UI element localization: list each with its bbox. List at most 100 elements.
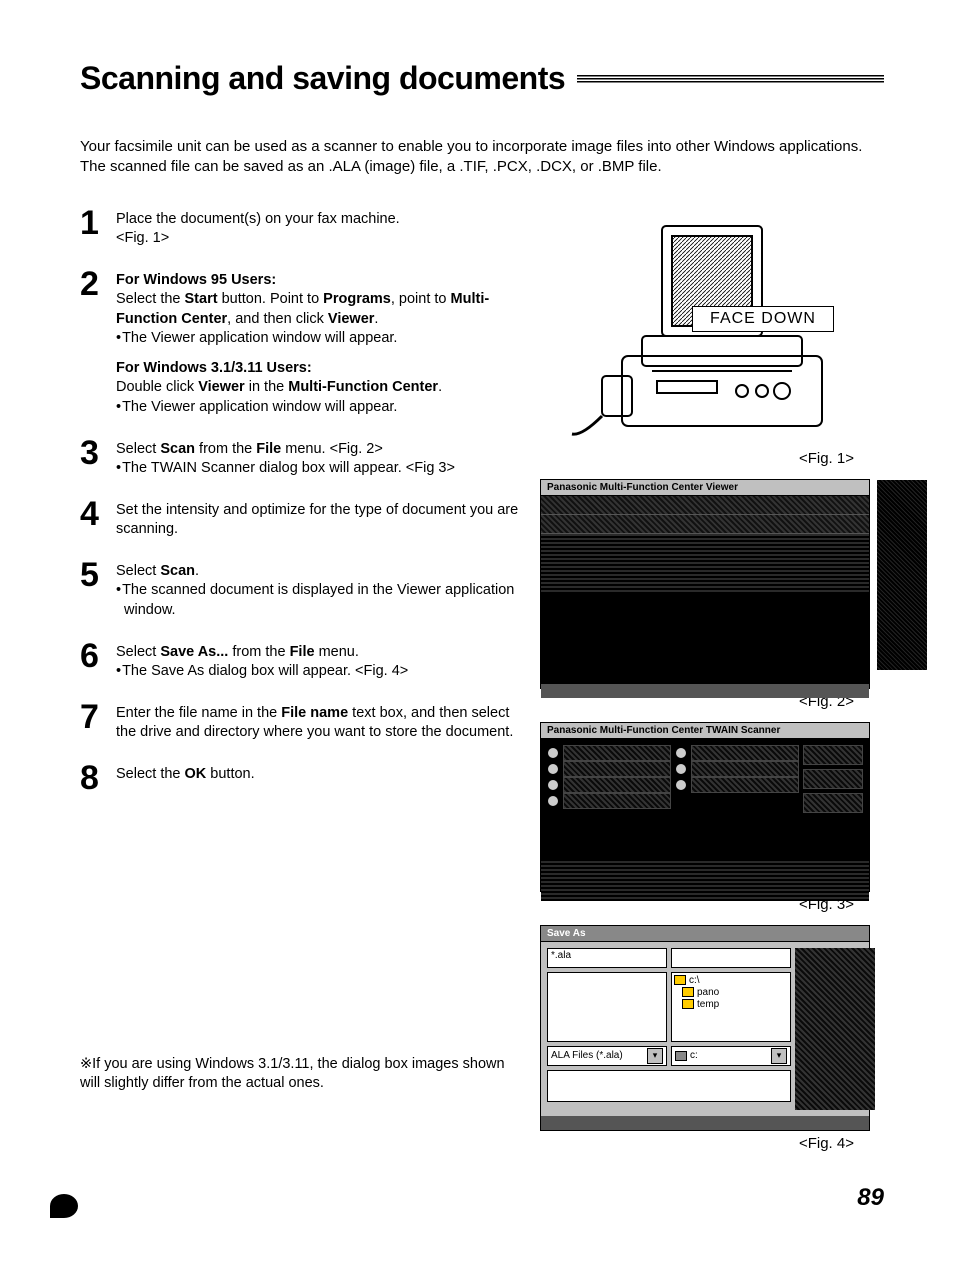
bold: Multi-Function Center	[288, 379, 438, 395]
step-text: .	[374, 311, 378, 327]
window-title: Panasonic Multi-Function Center Viewer	[541, 480, 869, 496]
step-5: 5 Select Scan. The scanned document is d…	[80, 558, 520, 621]
page-title: Scanning and saving documents	[80, 60, 565, 97]
dir-item: c:\	[689, 975, 700, 986]
page-number: 89	[80, 1184, 884, 1212]
folder-icon	[674, 975, 686, 985]
viewer-canvas	[541, 594, 869, 684]
bold: Scan	[160, 441, 195, 457]
radio-icon	[547, 747, 559, 759]
step-number: 4	[80, 497, 116, 540]
dialog-footer	[541, 861, 869, 901]
face-down-label: FACE DOWN	[692, 306, 834, 332]
radio-icon	[547, 795, 559, 807]
drive-dropdown: c: ▾	[671, 1046, 791, 1066]
step-bullet: The TWAIN Scanner dialog box will appear…	[116, 459, 520, 479]
figure-2: Panasonic Multi-Function Center Viewer <…	[540, 479, 884, 710]
steps-column: 1 Place the document(s) on your fax mach…	[80, 206, 540, 1094]
step-text: Select	[116, 441, 160, 457]
step-text: Place the document(s) on your fax machin…	[116, 211, 400, 227]
step-text: .	[195, 563, 199, 579]
step-subhead: For Windows 95 Users:	[116, 271, 520, 291]
step-text: <Fig. 1>	[116, 230, 169, 246]
folder-icon	[682, 999, 694, 1009]
page-corner-icon	[50, 1194, 84, 1222]
step-bullet: The Save As dialog box will appear. <Fig…	[116, 662, 520, 682]
step-text: Select	[116, 563, 160, 579]
option-field	[563, 745, 671, 761]
step-text: from the	[228, 644, 289, 660]
bold: Scan	[160, 563, 195, 579]
description-box	[547, 1070, 791, 1102]
file-list	[547, 972, 667, 1042]
dir-item: temp	[697, 999, 719, 1010]
step-text: from the	[195, 441, 256, 457]
folder-icon	[682, 987, 694, 997]
step-text: button.	[206, 766, 254, 782]
step-1: 1 Place the document(s) on your fax mach…	[80, 206, 520, 249]
step-bullet: The scanned document is displayed in the…	[116, 581, 520, 620]
window-title: Save As	[541, 926, 869, 942]
step-text: menu.	[315, 644, 359, 660]
step-4: 4 Set the intensity and optimize for the…	[80, 497, 520, 540]
step-text: in the	[245, 379, 289, 395]
content-area	[541, 534, 869, 594]
bold: Save As...	[160, 644, 228, 660]
title-rule	[577, 75, 884, 83]
step-text: , point to	[391, 291, 451, 307]
radio-icon	[675, 779, 687, 791]
title-row: Scanning and saving documents	[80, 60, 884, 97]
dialog-footer	[541, 1116, 869, 1130]
footnote: ※If you are using Windows 3.1/3.11, the …	[80, 1055, 520, 1094]
bold: Programs	[323, 291, 391, 307]
step-number: 7	[80, 700, 116, 743]
step-number: 6	[80, 639, 116, 682]
step-number: 5	[80, 558, 116, 621]
figure-caption: <Fig. 1>	[540, 450, 884, 467]
step-text: Set the intensity and optimize for the t…	[116, 497, 520, 540]
button-panel	[795, 948, 875, 1110]
step-text: Select the	[116, 766, 185, 782]
side-tab	[877, 480, 927, 670]
fax-illustration: FACE DOWN	[562, 206, 862, 446]
chevron-down-icon: ▾	[771, 1048, 787, 1064]
figure-4: Save As *.ala c:\ pano temp	[540, 925, 884, 1152]
option-field	[563, 793, 671, 809]
figure-1: FACE DOWN <Fig. 1>	[540, 206, 884, 467]
step-number: 2	[80, 267, 116, 418]
toolbar	[541, 515, 869, 534]
bold: Viewer	[198, 379, 245, 395]
step-text: , and then click	[227, 311, 328, 327]
filetype-value: ALA Files (*.ala)	[551, 1050, 623, 1061]
step-number: 8	[80, 761, 116, 795]
bold: Viewer	[328, 311, 375, 327]
bold: File	[256, 441, 281, 457]
dir-item: pano	[697, 987, 719, 998]
filename-field: *.ala	[547, 948, 667, 968]
radio-icon	[675, 763, 687, 775]
status-bar	[541, 684, 869, 698]
menubar	[541, 496, 869, 515]
drive-icon	[675, 1051, 687, 1061]
step-number: 3	[80, 436, 116, 479]
step-text: Enter the file name in the	[116, 705, 281, 721]
step-text: .	[438, 379, 442, 395]
window-title: Panasonic Multi-Function Center TWAIN Sc…	[541, 723, 869, 739]
step-number: 1	[80, 206, 116, 249]
step-text: button. Point to	[218, 291, 324, 307]
bold: OK	[185, 766, 207, 782]
bold: File	[290, 644, 315, 660]
step-bullet: The Viewer application window will appea…	[116, 329, 520, 349]
step-3: 3 Select Scan from the File menu. <Fig. …	[80, 436, 520, 479]
step-bullet: The Viewer application window will appea…	[116, 398, 520, 418]
option-field	[691, 761, 799, 777]
bold: Start	[185, 291, 218, 307]
figure-caption: <Fig. 4>	[540, 1135, 884, 1152]
step-7: 7 Enter the file name in the File name t…	[80, 700, 520, 743]
step-text: menu. <Fig. 2>	[281, 441, 383, 457]
chevron-down-icon: ▾	[647, 1048, 663, 1064]
filetype-dropdown: ALA Files (*.ala) ▾	[547, 1046, 667, 1066]
step-6: 6 Select Save As... from the File menu. …	[80, 639, 520, 682]
drive-value: c:	[690, 1050, 698, 1061]
button-column	[803, 745, 863, 855]
